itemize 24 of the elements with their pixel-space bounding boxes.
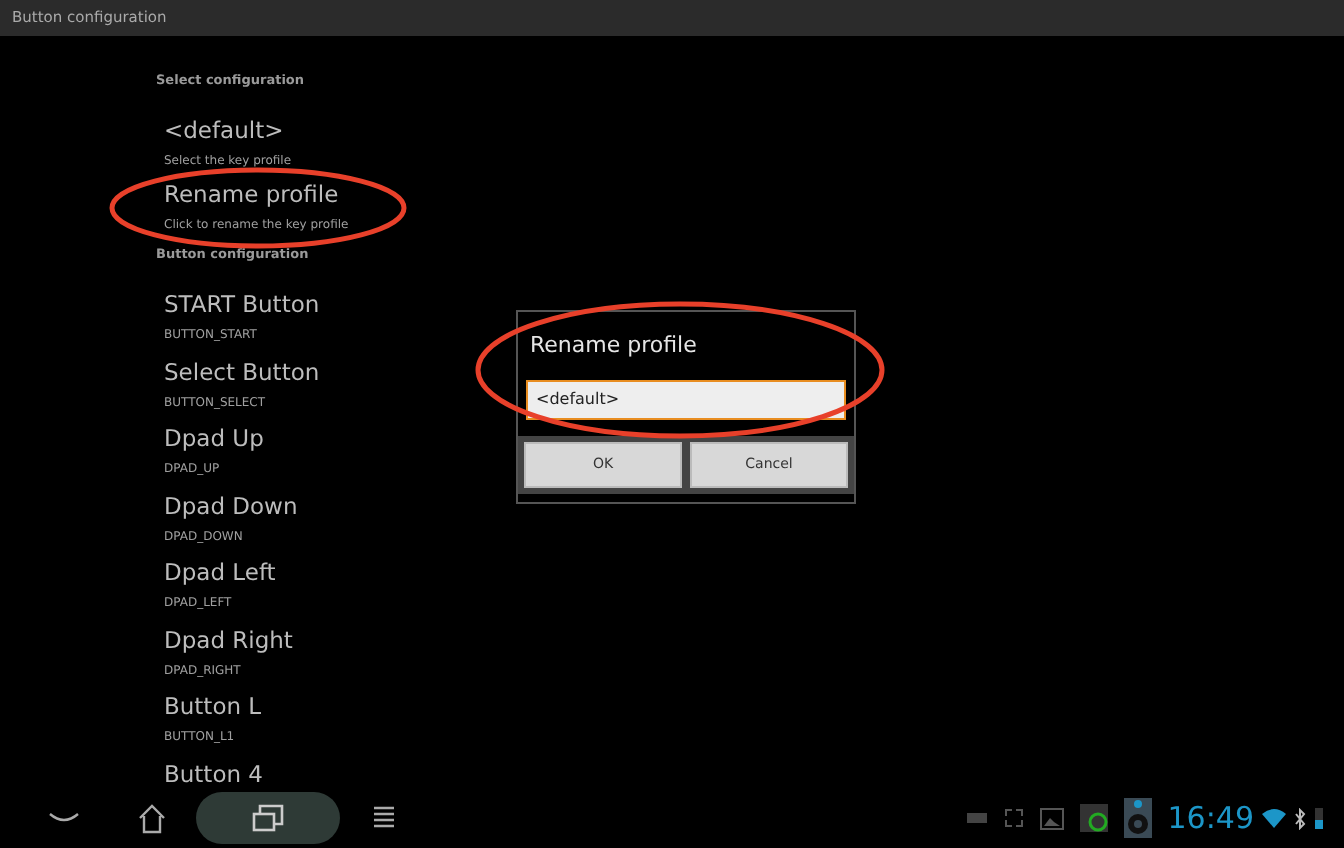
battery-icon: [1314, 806, 1324, 830]
recent-button[interactable]: [196, 792, 340, 844]
text-field[interactable]: <default>: [526, 379, 846, 419]
image-icon[interactable]: [1039, 807, 1064, 829]
clock: 16:49: [1167, 797, 1254, 840]
dialog-title: Rename profile: [528, 330, 699, 362]
setting-title[interactable]: <default>: [164, 115, 284, 144]
setting-title[interactable]: Dpad Right: [164, 625, 293, 653]
setting-title[interactable]: Dpad Left: [164, 558, 276, 586]
app-icon[interactable]: [1079, 804, 1108, 832]
setting-title[interactable]: Rename profile: [164, 179, 339, 208]
chevron-icon: [48, 812, 80, 824]
setting-title[interactable]: Button L: [164, 692, 262, 720]
bluetooth-icon: [1294, 807, 1306, 829]
wifi-icon: [1262, 808, 1286, 828]
setting-title[interactable]: Button 4: [164, 759, 263, 787]
home-icon: [136, 802, 168, 834]
setting-title[interactable]: Dpad Down: [164, 491, 298, 519]
menu-icon: [372, 804, 396, 832]
setting-title[interactable]: Select Button: [164, 357, 320, 385]
recent-apps-icon: [252, 804, 284, 832]
fullscreen-icon[interactable]: [1003, 808, 1024, 828]
setting-title[interactable]: START Button: [164, 290, 320, 318]
setting-title[interactable]: Dpad Up: [164, 424, 264, 452]
